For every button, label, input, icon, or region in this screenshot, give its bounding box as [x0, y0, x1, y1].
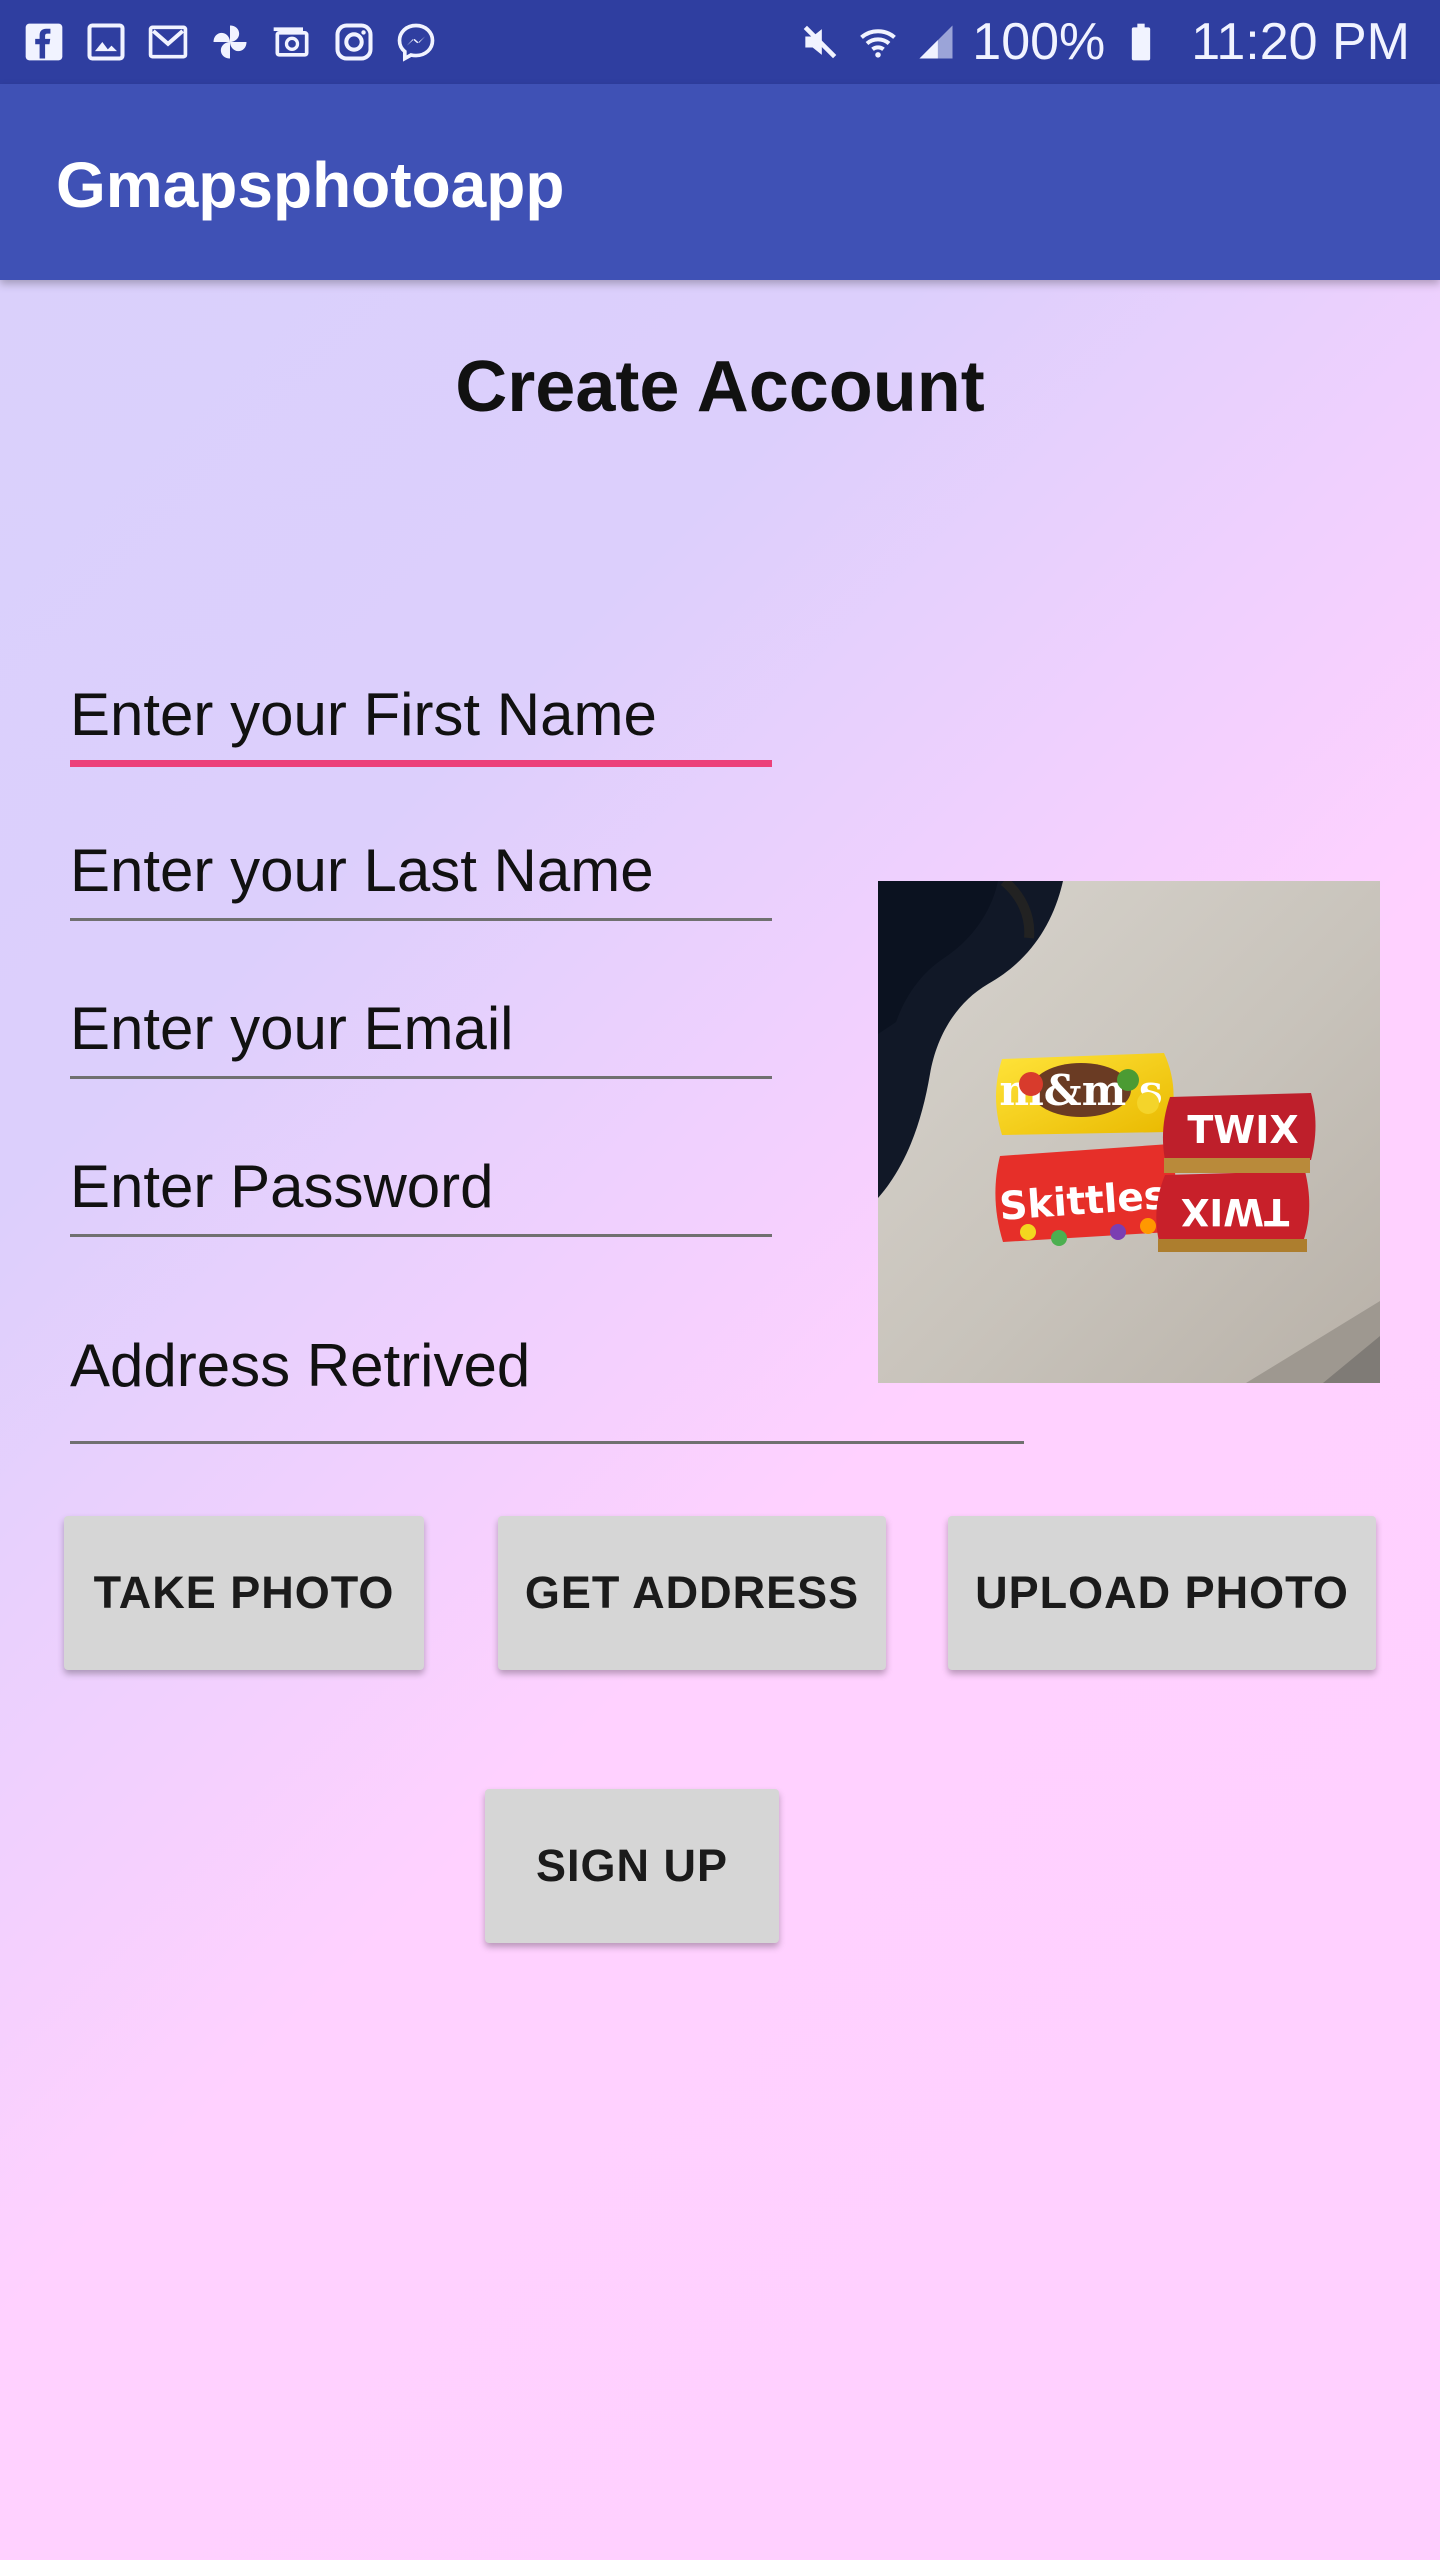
- password-underline: [70, 1234, 772, 1237]
- email-field-wrapper: [70, 980, 772, 1080]
- email-underline: [70, 1076, 772, 1079]
- last-name-underline: [70, 918, 772, 921]
- first-name-field[interactable]: [70, 666, 772, 762]
- app-title: Gmapsphotoapp: [56, 149, 565, 221]
- email-app-icon: [273, 27, 309, 57]
- mute-icon: [803, 25, 837, 59]
- mms-bag: m&m's: [996, 1053, 1174, 1135]
- signal-icon: [919, 25, 953, 59]
- take-photo-button[interactable]: TAKE PHOTO: [64, 1516, 424, 1670]
- battery-percentage: 100%: [972, 13, 1106, 71]
- password-field-wrapper: [70, 1138, 772, 1238]
- facebook-icon: [25, 23, 63, 61]
- instagram-icon: [335, 23, 373, 61]
- messenger-icon: [397, 23, 435, 62]
- gmail-icon: [148, 25, 188, 59]
- candy-photo: m&m's Skittles TWIX TWIX: [878, 881, 1380, 1383]
- sign-up-button[interactable]: SIGN UP: [485, 1789, 779, 1943]
- twix-bars: TWIX TWIX: [1156, 1093, 1316, 1252]
- get-address-button[interactable]: GET ADDRESS: [498, 1516, 886, 1670]
- address-label: Address Retrived: [70, 1332, 531, 1399]
- skittles-bag: Skittles: [995, 1144, 1176, 1246]
- clock: 11:20 PM: [1191, 13, 1410, 71]
- email-field[interactable]: [70, 980, 772, 1076]
- wifi-icon: [860, 29, 897, 58]
- notification-icons: [22, 18, 438, 66]
- last-name-field-wrapper: [70, 822, 772, 922]
- password-field[interactable]: [70, 1138, 772, 1234]
- first-name-field-wrapper: [70, 666, 772, 767]
- battery-icon: [1132, 23, 1151, 61]
- pinwheel-icon: [213, 25, 247, 59]
- page-title: Create Account: [455, 347, 985, 427]
- image-icon: [87, 23, 125, 61]
- address-underline: [70, 1441, 1024, 1444]
- app-bar: Gmapsphotoapp: [0, 84, 1440, 280]
- svg-text:TWIX: TWIX: [1187, 1108, 1298, 1152]
- captured-photo: m&m's Skittles TWIX TWIX: [878, 881, 1380, 1383]
- last-name-field[interactable]: [70, 822, 772, 918]
- system-status: 100% 11:20 PM: [798, 10, 1410, 74]
- first-name-underline: [70, 760, 772, 767]
- status-bar: 100% 11:20 PM: [0, 0, 1440, 84]
- svg-text:TWIX: TWIX: [1181, 1190, 1289, 1233]
- upload-photo-button[interactable]: UPLOAD PHOTO: [948, 1516, 1376, 1670]
